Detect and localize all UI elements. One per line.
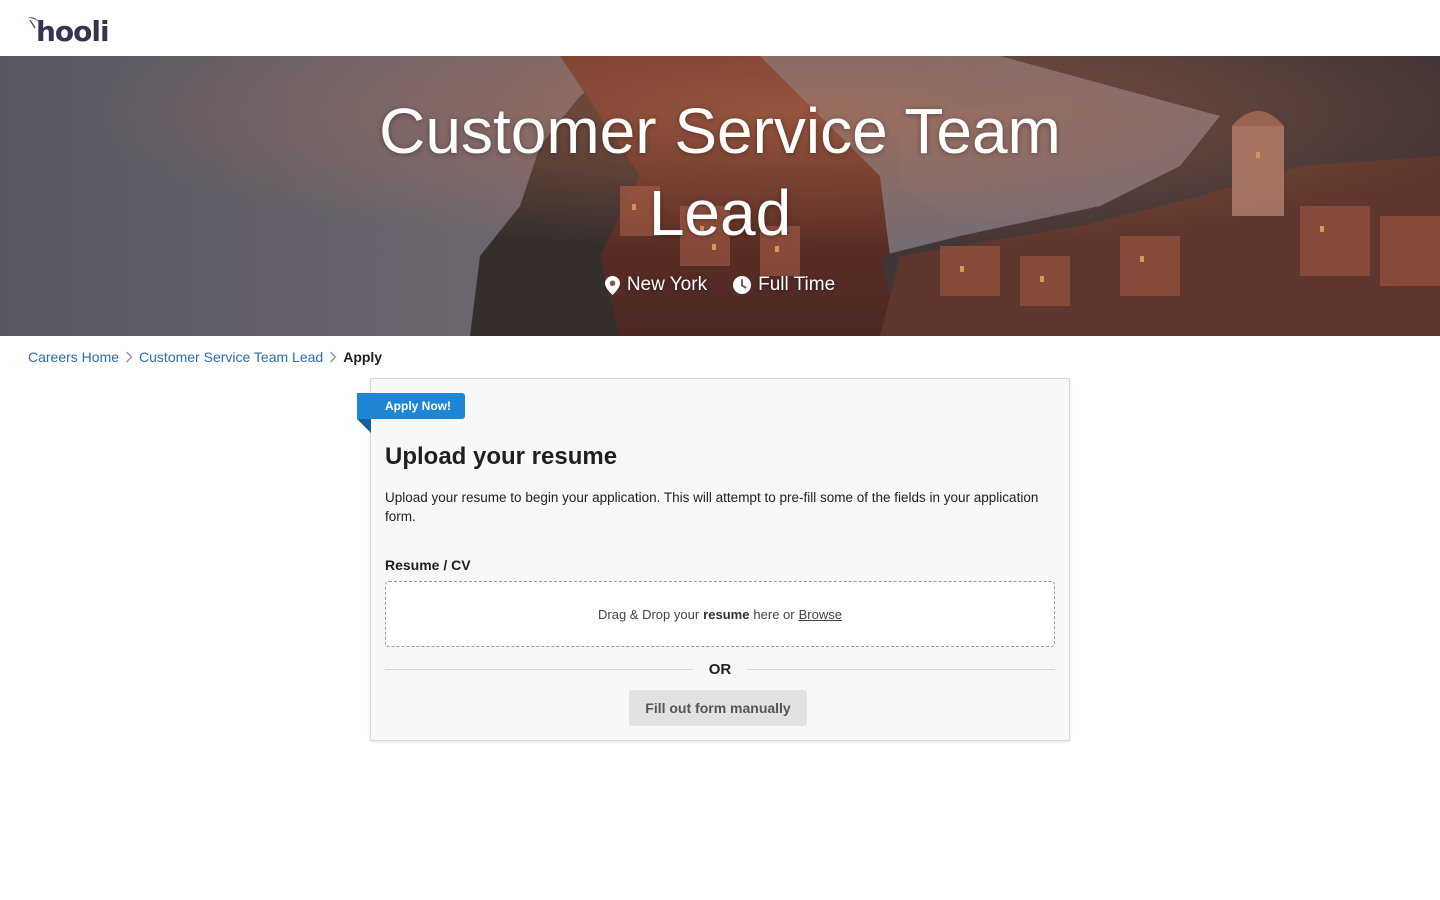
- job-title-line-2: Lead: [648, 177, 792, 249]
- chevron-right-icon: [323, 347, 343, 367]
- dropzone-text-middle: here or: [753, 606, 795, 622]
- job-location-text: New York: [626, 274, 708, 295]
- logo-swoosh-icon: [28, 17, 40, 29]
- hooli-logo[interactable]: hooli: [28, 12, 110, 46]
- upload-resume-description: Upload your resume to begin your applica…: [385, 490, 1039, 524]
- divider-line-right: [747, 668, 1055, 670]
- map-pin-icon: [604, 275, 620, 295]
- job-meta: New York Full Time: [0, 274, 1440, 296]
- resume-dropzone[interactable]: Drag & Drop your resume here or Browse: [385, 581, 1055, 647]
- top-bar: hooli: [0, 0, 1440, 56]
- job-title: Customer Service Team Lead: [0, 90, 1440, 254]
- job-location: New York: [604, 274, 708, 296]
- fill-form-manually-button[interactable]: Fill out form manually: [629, 690, 807, 726]
- apply-now-ribbon: Apply Now!: [357, 393, 465, 419]
- upload-resume-heading: Upload your resume: [385, 443, 618, 470]
- hero-banner: Customer Service Team Lead New York Full…: [0, 56, 1440, 336]
- divider-line-left: [385, 668, 693, 670]
- breadcrumb-job[interactable]: Customer Service Team Lead: [139, 347, 323, 367]
- job-type-text: Full Time: [758, 274, 836, 295]
- breadcrumb-current: Apply: [343, 349, 383, 365]
- or-divider: OR: [385, 659, 1055, 679]
- chevron-right-icon: [119, 347, 139, 367]
- apply-card: Apply Now! Upload your resume Upload you…: [357, 378, 1070, 741]
- clock-icon: [733, 276, 752, 294]
- ribbon-fold: [357, 419, 371, 433]
- job-title-line-1: Customer Service Team: [379, 95, 1061, 167]
- job-type: Full Time: [733, 274, 835, 296]
- breadcrumb: Careers Home Customer Service Team Lead …: [28, 347, 382, 367]
- breadcrumb-careers-home[interactable]: Careers Home: [28, 347, 119, 367]
- or-text: OR: [708, 660, 732, 678]
- dropzone-text-prefix: Drag & Drop your: [598, 606, 700, 622]
- browse-link[interactable]: Browse: [799, 607, 842, 622]
- resume-field-label: Resume / CV: [385, 557, 471, 573]
- dropzone-text-bold: resume: [703, 606, 750, 622]
